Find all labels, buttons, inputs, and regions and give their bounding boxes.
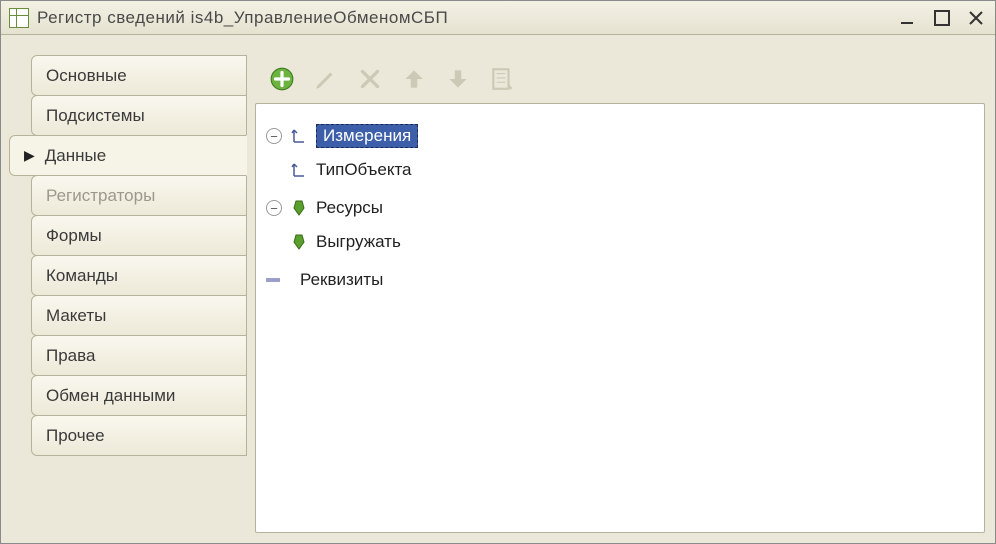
tree-panel: − Измерения [255, 103, 985, 533]
tab-prochee[interactable]: Прочее [31, 415, 247, 456]
tab-label: Формы [46, 226, 102, 246]
tree: − Измерения [266, 118, 974, 298]
tab-label: Макеты [46, 306, 106, 326]
tab-makety[interactable]: Макеты [31, 295, 247, 336]
tab-label: Обмен данными [46, 386, 175, 406]
collapse-icon[interactable]: − [266, 200, 282, 216]
tree-node-attributes[interactable]: Реквизиты [266, 262, 974, 298]
delete-button[interactable] [357, 66, 383, 92]
move-up-button[interactable] [401, 66, 427, 92]
collapse-icon[interactable]: − [266, 128, 282, 144]
tab-podsistemy[interactable]: Подсистемы [31, 95, 247, 136]
node-label: Измерения [316, 124, 418, 148]
tree-node-resources[interactable]: − Ресурсы [266, 190, 974, 262]
window-controls [897, 7, 987, 29]
tree-node-vygruzhat[interactable]: Выгружать [266, 224, 974, 260]
tab-komandy[interactable]: Команды [31, 255, 247, 296]
move-down-button[interactable] [445, 66, 471, 92]
resource-icon [290, 233, 308, 251]
titlebar: Регистр сведений is4b_УправлениеОбменомС… [1, 1, 995, 35]
sidebar: Основные Подсистемы ▶ Данные Регистраторы… [9, 55, 247, 533]
body: Основные Подсистемы ▶ Данные Регистраторы… [1, 35, 995, 543]
content-area: − Измерения [255, 55, 985, 533]
tab-registratory: Регистраторы [31, 175, 247, 216]
minimize-button[interactable] [897, 7, 919, 29]
tab-label: Основные [46, 66, 127, 86]
close-button[interactable] [965, 7, 987, 29]
tree-node-tipobekta[interactable]: ТипОбъекта [266, 152, 974, 188]
edit-button[interactable] [313, 66, 339, 92]
tab-label: Данные [45, 146, 106, 166]
resource-branch-icon [290, 199, 308, 217]
node-label: Реквизиты [300, 270, 383, 290]
dimension-icon [290, 161, 308, 179]
tab-formy[interactable]: Формы [31, 215, 247, 256]
attribute-branch-icon[interactable] [266, 278, 280, 282]
tab-prava[interactable]: Права [31, 335, 247, 376]
tree-node-dimensions[interactable]: − Измерения [266, 118, 974, 190]
tab-dannye[interactable]: ▶ Данные [9, 135, 247, 176]
node-label: Выгружать [316, 232, 401, 252]
node-label: Ресурсы [316, 198, 383, 218]
properties-button[interactable] [489, 66, 515, 92]
register-icon [9, 8, 29, 28]
dimension-branch-icon [290, 127, 308, 145]
tab-label: Команды [46, 266, 118, 286]
tab-label: Регистраторы [46, 186, 155, 206]
toolbar [255, 55, 985, 103]
tab-osnovnye[interactable]: Основные [31, 55, 247, 96]
tab-label: Права [46, 346, 95, 366]
window: Регистр сведений is4b_УправлениеОбменомС… [0, 0, 996, 544]
tab-label: Прочее [46, 426, 105, 446]
maximize-button[interactable] [931, 7, 953, 29]
tab-obmen-dannymi[interactable]: Обмен данными [31, 375, 247, 416]
window-title: Регистр сведений is4b_УправлениеОбменомС… [37, 8, 889, 28]
node-label: ТипОбъекта [316, 160, 412, 180]
add-button[interactable] [269, 66, 295, 92]
active-arrow-icon: ▶ [24, 147, 35, 164]
tab-label: Подсистемы [46, 106, 145, 126]
